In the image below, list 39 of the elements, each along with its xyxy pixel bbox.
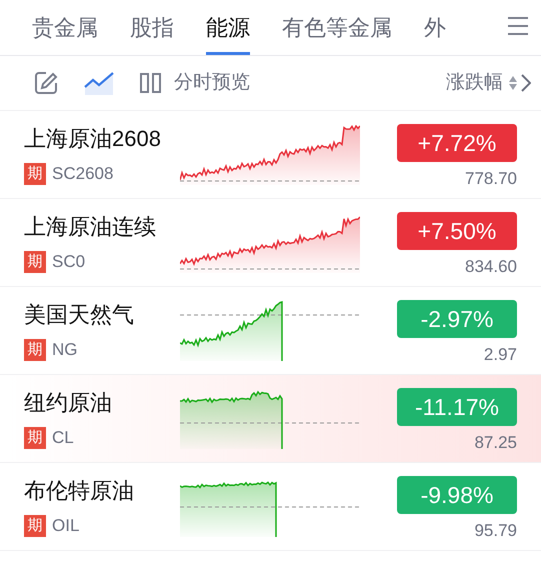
futures-tag: 期: [24, 163, 46, 185]
sort-button[interactable]: 涨跌幅: [446, 68, 517, 98]
tab[interactable]: 外: [424, 0, 446, 55]
columns-icon[interactable]: [140, 72, 162, 94]
futures-tag: 期: [24, 251, 46, 273]
price: 2.97: [484, 344, 517, 366]
contract-code: NG: [52, 339, 78, 362]
price: 87.25: [474, 432, 517, 454]
tab[interactable]: 贵金属: [32, 0, 98, 55]
change-badge: -9.98%: [397, 476, 517, 514]
line-chart-icon[interactable]: [84, 71, 114, 95]
contract-name: 美国天然气: [24, 301, 135, 330]
futures-tag: 期: [24, 427, 46, 449]
edit-icon[interactable]: [34, 71, 58, 95]
change-badge: -11.17%: [397, 388, 517, 426]
contract-name: 上海原油连续: [24, 213, 157, 242]
change-badge: -2.97%: [397, 300, 517, 338]
futures-tag: 期: [24, 339, 46, 361]
contract-code: CL: [52, 427, 74, 450]
futures-tag: 期: [24, 515, 46, 537]
menu-icon[interactable]: [507, 15, 529, 37]
chevron-right-icon[interactable]: [521, 74, 531, 92]
change-badge: +7.72%: [397, 124, 517, 162]
preview-label: 分时预览: [174, 70, 250, 95]
tab[interactable]: 有色等金属: [282, 0, 392, 55]
sort-icon: [509, 76, 517, 90]
tab[interactable]: 能源: [206, 0, 250, 55]
change-badge: +7.50%: [397, 212, 517, 250]
tab[interactable]: 股指: [130, 0, 174, 55]
contract-name: 上海原油2608: [24, 125, 162, 154]
price: 95.79: [474, 520, 517, 542]
contract-name: 布伦特原油: [24, 477, 135, 506]
contract-code: SC0: [52, 251, 86, 274]
price: 778.70: [465, 168, 517, 190]
quote-row[interactable]: 纽约原油 期 CL -11.17% 87.25: [0, 375, 541, 463]
price: 834.60: [465, 256, 517, 278]
contract-code: OIL: [52, 515, 80, 538]
contract-name: 纽约原油: [24, 389, 113, 418]
contract-code: SC2608: [52, 163, 114, 186]
